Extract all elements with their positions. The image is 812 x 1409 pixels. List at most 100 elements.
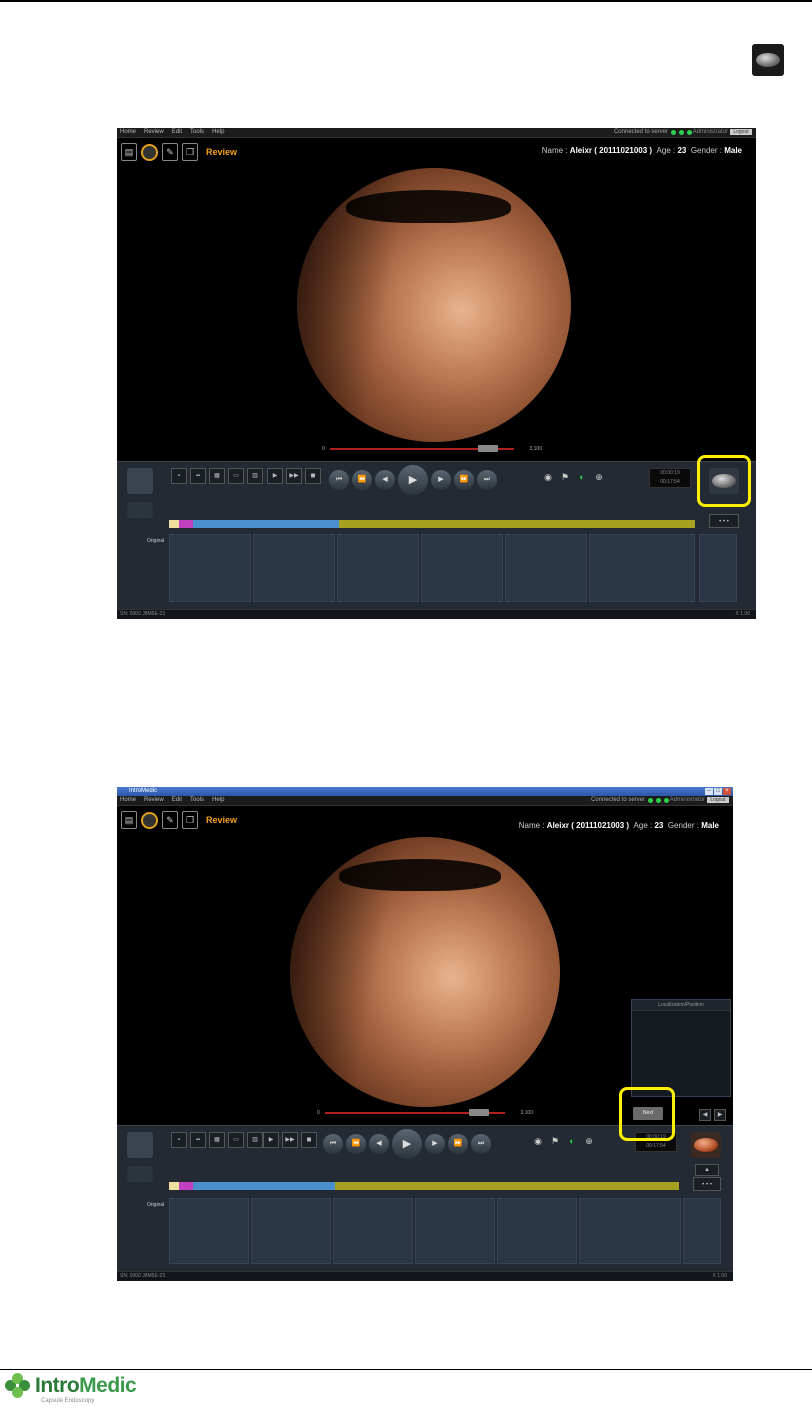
menu-review[interactable]: Review <box>144 796 164 805</box>
zoom-slider-knob[interactable] <box>478 445 498 452</box>
menu-help[interactable]: Help <box>212 128 224 137</box>
status-dot-icon <box>648 798 653 803</box>
capture-icon[interactable] <box>141 811 158 829</box>
play-mode-button[interactable]: ▶ <box>267 468 283 484</box>
menu-review[interactable]: Review <box>144 128 164 137</box>
timeline-bar[interactable] <box>169 1182 679 1190</box>
step-back-icon[interactable]: ◀ <box>375 470 395 490</box>
thumbnail-cell[interactable] <box>589 534 695 602</box>
skip-end-icon[interactable]: ⏭ <box>477 470 497 490</box>
thumbnail-cell[interactable] <box>333 1198 413 1264</box>
screenshot-review-1: Home Review Edit Tools Help Connected to… <box>117 128 756 619</box>
layout-multi-button[interactable]: ▥ <box>247 1132 263 1148</box>
thumbnail-cell[interactable] <box>253 534 335 602</box>
thumbnail-cell[interactable] <box>579 1198 681 1264</box>
thumbnail-cell[interactable] <box>505 534 587 602</box>
menu-home[interactable]: Home <box>120 128 136 137</box>
play-mode-button[interactable]: ▶ <box>263 1132 279 1148</box>
layout-dual-button[interactable]: ▪▪ <box>190 1132 206 1148</box>
report-icon[interactable]: ▤ <box>121 811 137 829</box>
layout-dual-button[interactable]: ▪▪ <box>190 468 206 484</box>
report-icon[interactable]: ▤ <box>121 143 137 161</box>
top-rule <box>0 0 812 2</box>
skip-start-icon[interactable]: ⏮ <box>329 470 349 490</box>
capsule-view-button[interactable] <box>691 1132 721 1158</box>
zoom-slider[interactable]: 0 3,100 <box>317 1109 533 1117</box>
zoom-slider[interactable]: 0 3,100 <box>322 445 542 453</box>
menu-tools[interactable]: Tools <box>190 128 204 137</box>
search-tool-button[interactable] <box>127 502 153 518</box>
color-icon[interactable]: ◐ <box>575 470 589 484</box>
step-back-icon[interactable]: ◀ <box>369 1134 389 1154</box>
layout-wide-button[interactable]: ▭ <box>228 468 244 484</box>
play-icon[interactable]: ▶ <box>392 1129 422 1159</box>
layout-multi-button[interactable]: ▥ <box>247 468 263 484</box>
zoom-icon[interactable]: ⊕ <box>592 470 606 484</box>
fast-forward-icon[interactable]: ⏩ <box>454 470 474 490</box>
edit-icon[interactable]: ✎ <box>162 143 178 161</box>
thumbnail-cell[interactable] <box>169 1198 249 1264</box>
status-dot-icon <box>656 798 661 803</box>
rewind-icon[interactable]: ⏪ <box>346 1134 366 1154</box>
gallery-icon[interactable]: ❐ <box>182 143 198 161</box>
tool-icons: ◉ ⚑ ◐ ⊕ <box>531 1134 596 1148</box>
logout-button[interactable]: Logout <box>707 797 729 803</box>
edit-icon[interactable]: ✎ <box>162 811 178 829</box>
close-button[interactable]: × <box>723 788 731 795</box>
panel-toggle-button[interactable]: ▲ <box>695 1164 719 1176</box>
panel-prev-button[interactable]: ◀ <box>699 1109 711 1121</box>
timeline-options-button[interactable]: • • • <box>709 514 739 528</box>
gallery-icon[interactable]: ❐ <box>182 811 198 829</box>
timeline-bar[interactable] <box>169 520 695 528</box>
color-icon[interactable]: ◐ <box>565 1134 579 1148</box>
menu-tools[interactable]: Tools <box>190 796 204 805</box>
layout-single-button[interactable]: ▪ <box>171 1132 187 1148</box>
endoscopy-image <box>297 168 571 442</box>
capture-icon[interactable] <box>141 143 158 161</box>
layout-quad-button[interactable]: ▦ <box>209 1132 225 1148</box>
maximize-button[interactable]: □ <box>714 788 722 795</box>
thumbnail-grid <box>169 1198 681 1264</box>
thumbnail-cell[interactable] <box>415 1198 495 1264</box>
logout-button[interactable]: Logout <box>730 129 752 135</box>
menu-help[interactable]: Help <box>212 796 224 805</box>
thumbnail-cell[interactable] <box>337 534 419 602</box>
layout-wide-button[interactable]: ▭ <box>228 1132 244 1148</box>
fast-mode-button[interactable]: ▶▶ <box>282 1132 298 1148</box>
menu-edit[interactable]: Edit <box>172 128 182 137</box>
capsule-view-button[interactable] <box>752 44 784 76</box>
thumbnail-side-cell[interactable] <box>699 534 737 602</box>
thumbnail-cell[interactable] <box>497 1198 577 1264</box>
hand-tool-button[interactable] <box>127 468 153 494</box>
step-forward-icon[interactable]: ▶ <box>425 1134 445 1154</box>
skip-start-icon[interactable]: ⏮ <box>323 1134 343 1154</box>
flag-icon[interactable]: ⚑ <box>558 470 572 484</box>
thumbnail-cell[interactable] <box>251 1198 331 1264</box>
auto-mode-button[interactable]: ◼ <box>305 468 321 484</box>
fast-mode-button[interactable]: ▶▶ <box>286 468 302 484</box>
menu-home[interactable]: Home <box>120 796 136 805</box>
panel-next-button[interactable]: ▶ <box>714 1109 726 1121</box>
skip-end-icon[interactable]: ⏭ <box>471 1134 491 1154</box>
timeline-options-button[interactable]: • • • <box>693 1177 721 1191</box>
fast-forward-icon[interactable]: ⏩ <box>448 1134 468 1154</box>
zoom-icon[interactable]: ⊕ <box>582 1134 596 1148</box>
thumbnail-side-cell[interactable] <box>683 1198 721 1264</box>
thumbnail-cell[interactable] <box>169 534 251 602</box>
layout-quad-button[interactable]: ▦ <box>209 468 225 484</box>
rewind-icon[interactable]: ⏪ <box>352 470 372 490</box>
play-icon[interactable]: ▶ <box>398 465 428 495</box>
step-forward-icon[interactable]: ▶ <box>431 470 451 490</box>
patient-info: Name : Aleixr ( 20111021003 ) Age : 23 G… <box>518 821 719 830</box>
auto-mode-button[interactable]: ◼ <box>301 1132 317 1148</box>
hand-tool-button[interactable] <box>127 1132 153 1158</box>
thumbnail-cell[interactable] <box>421 534 503 602</box>
flag-icon[interactable]: ⚑ <box>548 1134 562 1148</box>
minimize-button[interactable]: – <box>705 788 713 795</box>
camera-icon[interactable]: ◉ <box>531 1134 545 1148</box>
camera-icon[interactable]: ◉ <box>541 470 555 484</box>
layout-single-button[interactable]: ▪ <box>171 468 187 484</box>
menu-edit[interactable]: Edit <box>172 796 182 805</box>
zoom-slider-knob[interactable] <box>469 1109 489 1116</box>
search-tool-button[interactable] <box>127 1166 153 1182</box>
